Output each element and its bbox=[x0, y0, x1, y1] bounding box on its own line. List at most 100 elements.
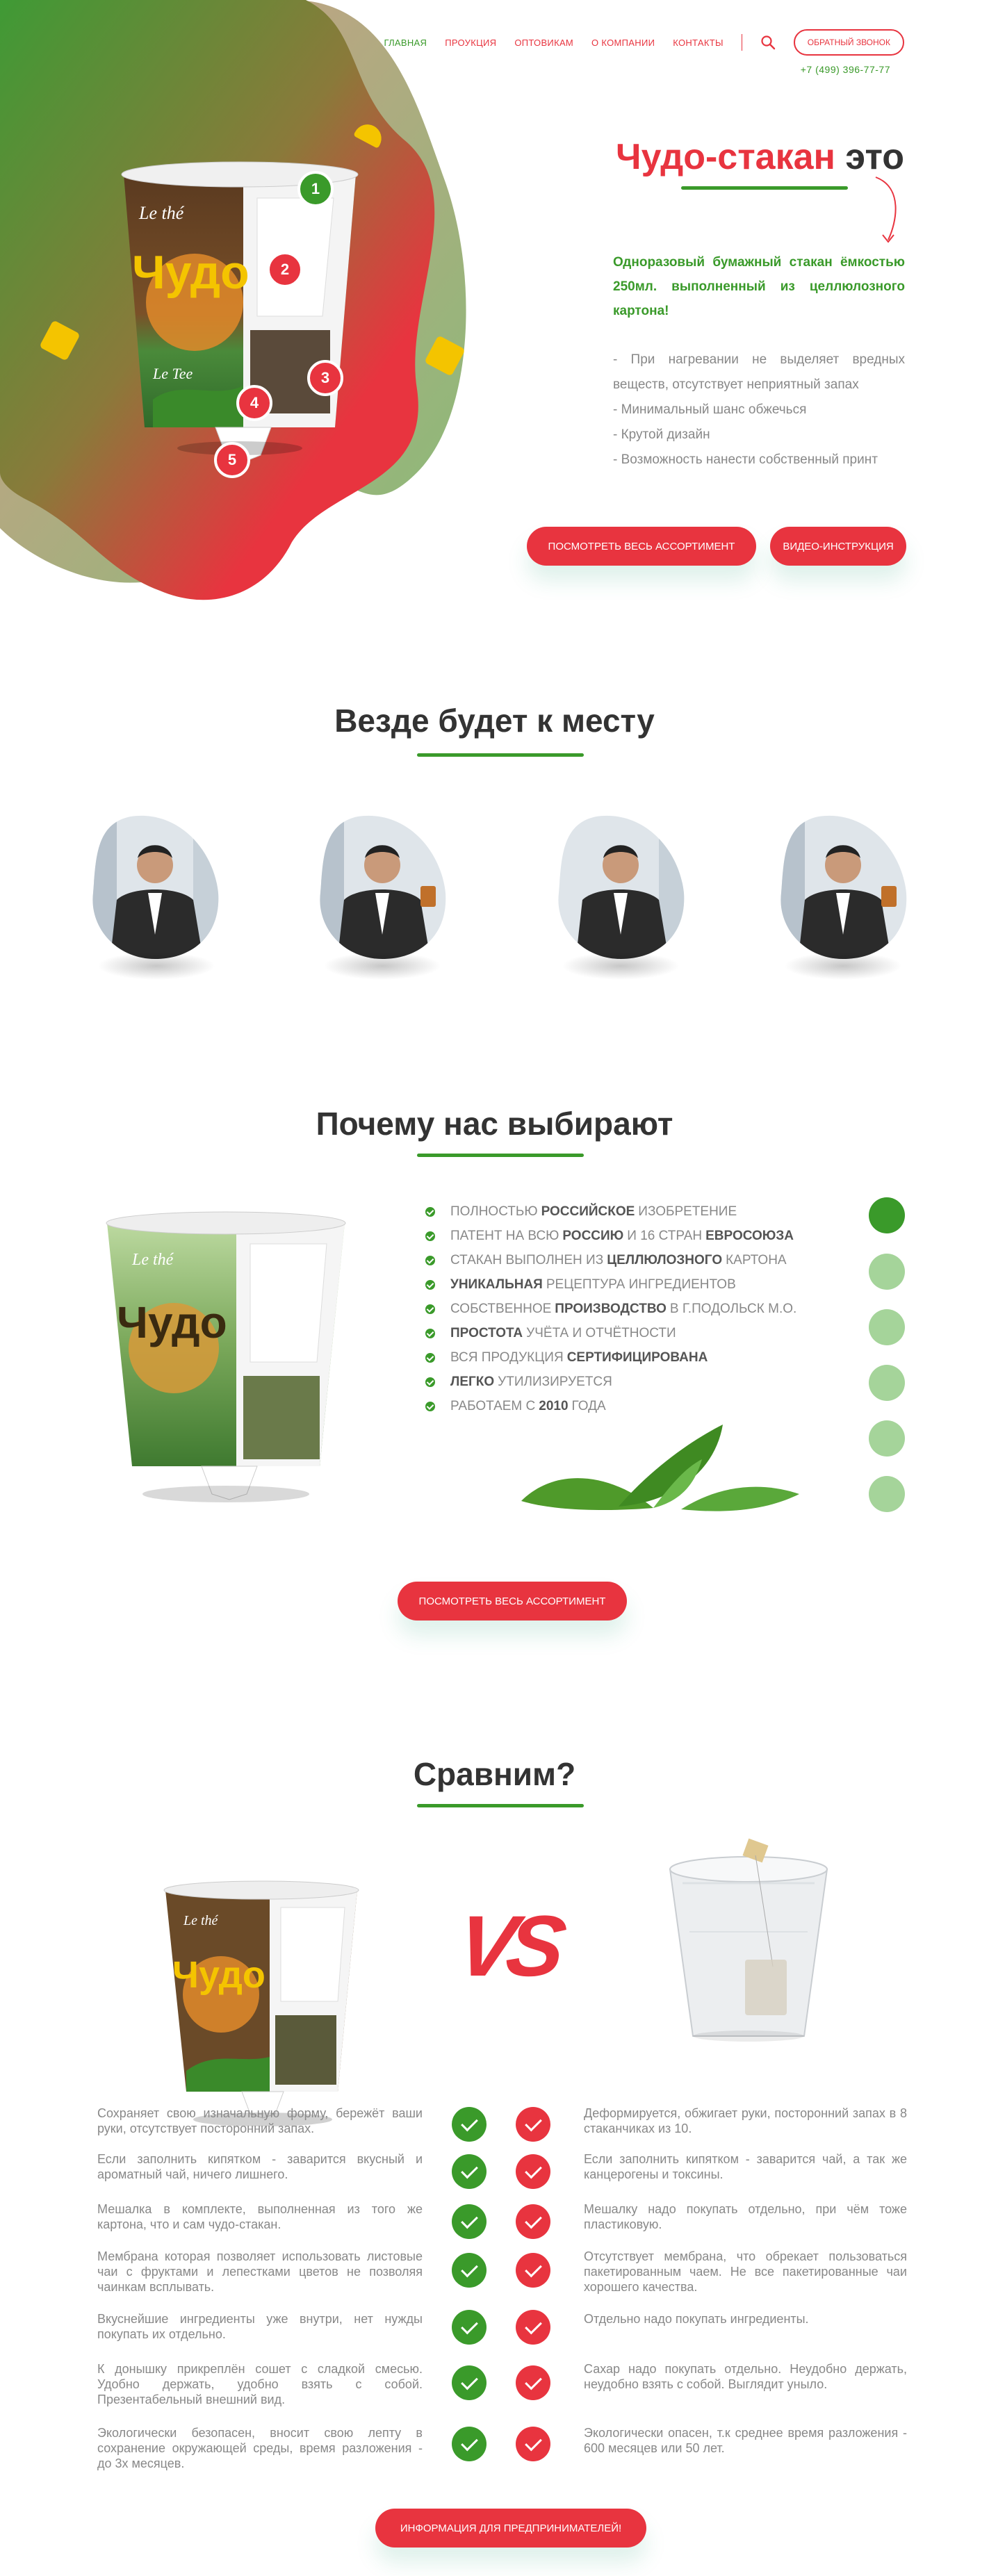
businessman-image bbox=[92, 815, 219, 960]
compare-title: Сравним? bbox=[413, 1756, 576, 1792]
hero-badge-1: 1 bbox=[297, 171, 334, 207]
slider-dot[interactable] bbox=[869, 1365, 905, 1401]
nav-item-home[interactable]: ГЛАВНАЯ bbox=[384, 38, 427, 48]
compare-plastic-cup-image bbox=[669, 1838, 828, 2042]
phone-number[interactable]: +7 (499) 396-77-77 bbox=[801, 64, 890, 75]
plastic-cup-con: Мешалку надо покупать отдельно, при чём … bbox=[584, 2202, 907, 2231]
why-feature-item: УНИКАЛЬНАЯ РЕЦЕПТУРА ИНГРЕДИЕНТОВ bbox=[425, 1272, 797, 1297]
svg-text:Le Tee: Le Tee bbox=[152, 365, 193, 382]
hero-title-suffix: это bbox=[845, 137, 904, 177]
check-circle-icon bbox=[452, 2253, 487, 2288]
image-shadow bbox=[784, 952, 902, 980]
slider-dot[interactable] bbox=[869, 1254, 905, 1290]
tea-leaves-image bbox=[521, 1425, 799, 1511]
hero-feature-item: - При нагревании не выделяет вредных вещ… bbox=[613, 352, 905, 392]
nav-item-wholesale[interactable]: ОПТОВИКАМ bbox=[514, 38, 573, 48]
paper-cup-pro: Вкуснейшие ингредиенты уже внутри, нет н… bbox=[97, 2312, 423, 2341]
nav-item-contacts[interactable]: КОНТАКТЫ bbox=[673, 38, 724, 48]
image-shadow bbox=[562, 952, 680, 980]
check-circle-icon bbox=[516, 2427, 550, 2461]
check-icon bbox=[425, 1328, 435, 1338]
hero-cup-brand-text: Чудо bbox=[132, 246, 250, 299]
why-cup-image: Чудо Le thé bbox=[106, 1211, 346, 1502]
why-feature-item: ПАТЕНТ НА ВСЮ РОССИЮ И 16 СТРАН ЕВРОСОЮЗА bbox=[425, 1224, 797, 1248]
entrepreneur-info-button[interactable]: ИНФОРМАЦИЯ ДЛЯ ПРЕДПРИНИМАТЕЛЕЙ! bbox=[375, 2509, 646, 2548]
hero-feature-list: - При нагревании не выделяет вредных вещ… bbox=[613, 347, 905, 473]
hero-title-brand: Чудо-стакан bbox=[616, 137, 835, 177]
svg-text:Le thé: Le thé bbox=[138, 203, 185, 223]
hero-title-underline bbox=[681, 186, 848, 190]
plastic-cup-con: Экологически опасен, т.к среднее время р… bbox=[584, 2426, 907, 2455]
compare-cup-brand-text: Чудо bbox=[172, 1954, 265, 1996]
svg-text:Le thé: Le thé bbox=[183, 1913, 219, 1928]
check-circle-icon bbox=[516, 2204, 550, 2239]
slider-dot[interactable] bbox=[869, 1420, 905, 1457]
check-circle-icon bbox=[516, 2310, 550, 2345]
why-feature-item: СОБСТВЕННОЕ ПРОИЗВОДСТВО В Г.ПОДОЛЬСК М.О. bbox=[425, 1297, 797, 1321]
hero-badge-2: 2 bbox=[267, 252, 303, 288]
hero-badge-5: 5 bbox=[214, 442, 250, 478]
why-feature-item: ПРОСТОТА УЧЁТА И ОТЧЁТНОСТИ bbox=[425, 1321, 797, 1345]
hero-badge-3: 3 bbox=[307, 360, 343, 396]
hero-lead-text: Одноразовый бумажный стакан ёмкостью 250… bbox=[613, 255, 905, 318]
plastic-cup-con: Отсутствует мембрана, что обрекает польз… bbox=[584, 2249, 907, 2294]
paper-cup-pro: Экологически безопасен, вносит свою лепт… bbox=[97, 2426, 423, 2470]
compare-underline bbox=[417, 1804, 584, 1807]
main-nav: ГЛАВНАЯ ПРОУКЦИЯ ОПТОВИКАМ О КОМПАНИИ КО… bbox=[384, 29, 904, 56]
callback-button[interactable]: ОБРАТНЫЙ ЗВОНОК bbox=[793, 29, 904, 56]
paper-cup-pro: Мешалка в комплекте, выполненная из того… bbox=[97, 2202, 423, 2231]
why-title: Почему нас выбирают bbox=[316, 1106, 673, 1142]
check-circle-icon bbox=[452, 2107, 487, 2142]
check-icon bbox=[425, 1377, 435, 1387]
why-feature-item: ВСЯ ПРОДУКЦИЯ СЕРТИФИЦИРОВАНА bbox=[425, 1345, 797, 1370]
check-circle-icon bbox=[452, 2427, 487, 2461]
check-icon bbox=[425, 1401, 435, 1411]
check-circle-icon bbox=[452, 2365, 487, 2400]
slider-dot[interactable] bbox=[869, 1197, 905, 1233]
plastic-cup-con: Сахар надо покупать отдельно. Неудобно д… bbox=[584, 2362, 907, 2391]
why-feature-item: СТАКАН ВЫПОЛНЕН ИЗ ЦЕЛЛЮЛОЗНОГО КАРТОНА bbox=[425, 1248, 797, 1272]
check-icon bbox=[425, 1206, 435, 1217]
paper-cup-pro: Мембрана которая позволяет использовать … bbox=[97, 2249, 423, 2294]
check-circle-icon bbox=[516, 2154, 550, 2189]
view-assortment-button[interactable]: ПОСМОТРЕТЬ ВЕСЬ АССОРТИМЕНТ bbox=[398, 1582, 627, 1621]
hero-title: Чудо-стакан это bbox=[616, 136, 904, 178]
why-cup-brand-text: Чудо bbox=[117, 1297, 227, 1347]
nav-item-about[interactable]: О КОМПАНИИ bbox=[591, 38, 655, 48]
svg-text:Le thé: Le thé bbox=[131, 1251, 174, 1269]
check-circle-icon bbox=[452, 2310, 487, 2345]
video-instruction-button[interactable]: ВИДЕО-ИНСТРУКЦИЯ bbox=[770, 527, 906, 566]
paper-cup-pro: К донышку прикреплён сошет с сладкой сме… bbox=[97, 2362, 423, 2406]
check-circle-icon bbox=[516, 2365, 550, 2400]
hero-badge-4: 4 bbox=[236, 385, 272, 421]
search-icon[interactable] bbox=[760, 35, 776, 50]
vs-logo: VS bbox=[451, 1898, 564, 1994]
check-circle-icon bbox=[452, 2204, 487, 2239]
paper-cup-pro: Сохраняет свою изначальную форму, бережё… bbox=[97, 2106, 423, 2135]
why-feature-item: РАБОТАЕМ С 2010 ГОДА bbox=[425, 1394, 797, 1418]
plastic-cup-con: Если заполнить кипятком - заварится чай,… bbox=[584, 2152, 907, 2181]
why-feature-item: ЛЕГКО УТИЛИЗИРУЕТСЯ bbox=[425, 1370, 797, 1394]
check-icon bbox=[425, 1352, 435, 1363]
slider-dot[interactable] bbox=[869, 1476, 905, 1512]
slider-dot[interactable] bbox=[869, 1309, 905, 1345]
paper-cup-pro: Если заполнить кипятком - заварится вкус… bbox=[97, 2152, 423, 2181]
hero-feature-item: - Крутой дизайн bbox=[613, 427, 710, 442]
nav-item-products[interactable]: ПРОУКЦИЯ bbox=[445, 38, 496, 48]
plastic-cup-con: Отдельно надо покупать ингредиенты. bbox=[584, 2312, 809, 2326]
hero-cup-image: Чудо Le thé Le Tee bbox=[121, 161, 359, 463]
check-circle-icon bbox=[516, 2253, 550, 2288]
check-circle-icon bbox=[516, 2107, 550, 2142]
check-icon bbox=[425, 1231, 435, 1241]
why-feature-list: ПОЛНОСТЬЮ РОССИЙСКОЕ ИЗОБРЕТЕНИЕ ПАТЕНТ НА… bbox=[425, 1199, 797, 1418]
businessman-image bbox=[320, 815, 446, 960]
view-assortment-button[interactable]: ПОСМОТРЕТЬ ВЕСЬ АССОРТИМЕНТ bbox=[527, 527, 756, 566]
plastic-cup-con: Деформируется, обжигает руки, посторонни… bbox=[584, 2106, 907, 2135]
curved-arrow-icon bbox=[875, 177, 897, 243]
check-icon bbox=[425, 1255, 435, 1265]
hero-feature-item: - Возможность нанести собственный принт bbox=[613, 452, 878, 467]
why-underline bbox=[417, 1154, 584, 1157]
businessman-image bbox=[780, 815, 907, 960]
check-icon bbox=[425, 1279, 435, 1290]
check-icon bbox=[425, 1304, 435, 1314]
